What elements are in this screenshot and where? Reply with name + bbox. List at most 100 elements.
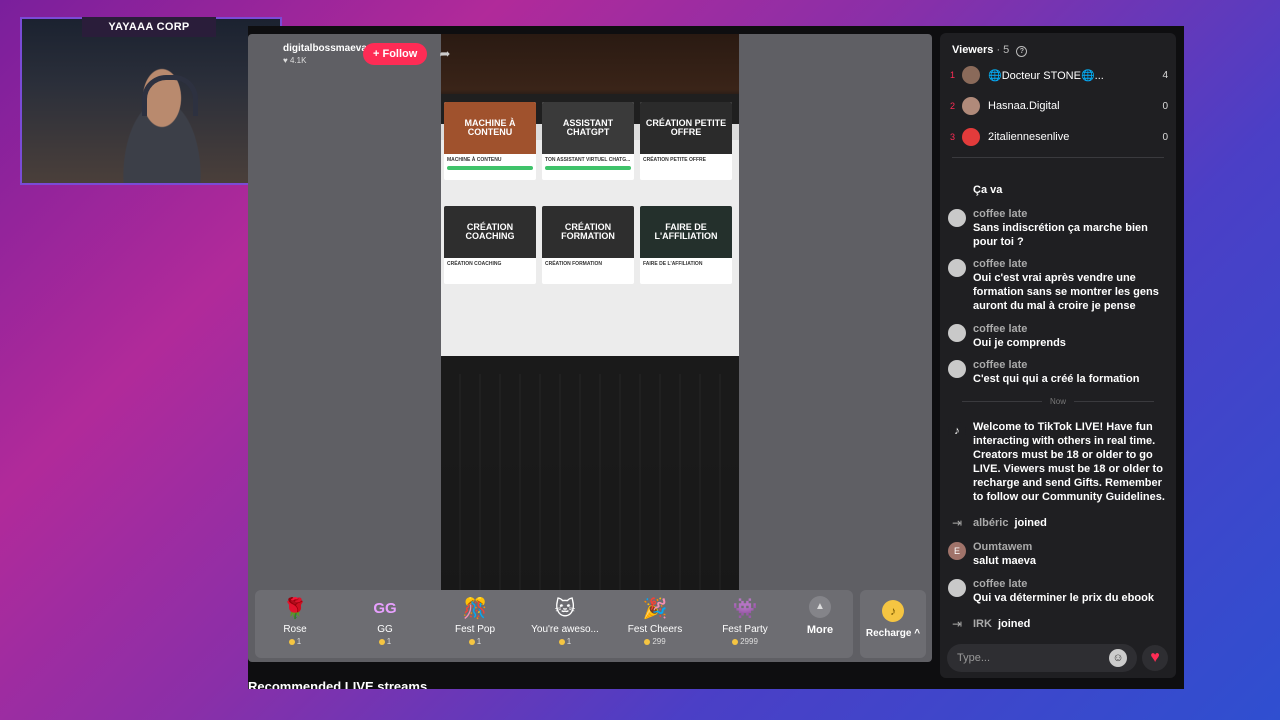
cat-icon: 🐱 (554, 598, 576, 620)
rose-icon: 🌹 (282, 598, 308, 620)
heart-icon[interactable]: ♥ (1142, 645, 1168, 671)
course-thumb: CRÉATION COACHING (444, 206, 536, 258)
gift-name: Fest Pop (454, 624, 496, 635)
chat-text: Oui je comprends (973, 337, 1066, 349)
follow-button[interactable]: + Follow (363, 43, 428, 65)
fest-cheers-icon: 🎉 (642, 598, 668, 620)
chat-user[interactable]: coffee late (973, 358, 1139, 372)
chat-user[interactable]: coffee late (973, 257, 1170, 271)
coin-icon: ♪ (882, 600, 904, 622)
live-player[interactable]: MACHINE À CONTENU MACHINE À CONTENU ASSI… (248, 34, 932, 662)
coin-icon (288, 638, 295, 645)
viewer-name: 🌐Docteur STONE🌐... (988, 69, 1104, 82)
course-thumb: ASSISTANT CHATGPT (542, 102, 634, 154)
host-likes: ♥ 4.1K (283, 56, 307, 65)
gift-youre-awesome[interactable]: 🐱 You're aweso... 1 (525, 596, 605, 646)
recharge-label: Recharge ^ (865, 628, 921, 639)
avatar (948, 209, 966, 227)
gift-name: Fest Party (722, 624, 768, 635)
headset-shape (142, 75, 198, 116)
course-card: FAIRE DE L'AFFILIATION FAIRE DE L'AFFILI… (640, 206, 732, 284)
join-icon: ⇥ (951, 617, 963, 631)
coin-icon (558, 638, 565, 645)
viewer-rank: 2 (950, 101, 956, 111)
recommended-heading: Recommended LIVE streams (248, 679, 428, 689)
viewer-name: 2italiennesenlive (988, 131, 1070, 143)
video-keyboard (441, 374, 739, 590)
coin-icon (732, 638, 739, 645)
chat-user[interactable]: IRK (973, 618, 992, 630)
course-thumb: MACHINE À CONTENU (444, 102, 536, 154)
gift-price-value: 299 (652, 637, 666, 646)
gift-fest-cheers[interactable]: 🎉 Fest Cheers 299 (615, 596, 695, 646)
course-card: CRÉATION COACHING CRÉATION COACHING (444, 206, 536, 284)
gift-price: 1 (435, 637, 515, 646)
gift-name: You're aweso... (531, 624, 599, 635)
chat-user[interactable]: coffee late (973, 577, 1154, 591)
fest-pop-icon: 🎊 (462, 598, 488, 620)
gift-price-value: 1 (386, 637, 392, 646)
course-title: TON ASSISTANT VIRTUEL CHATG... (545, 157, 631, 163)
coin-icon (378, 638, 385, 645)
viewer-row[interactable]: 1 🌐Docteur STONE🌐... 4 (950, 64, 1168, 86)
gift-name: Fest Cheers (627, 624, 683, 635)
join-message: ⇥ albéric joined (948, 514, 1047, 532)
course-title: FAIRE DE L'AFFILIATION (643, 261, 703, 267)
more-label: More (806, 624, 834, 636)
join-icon: ⇥ (951, 516, 963, 530)
gift-price-value: 1 (296, 637, 302, 646)
gift-rose[interactable]: 🌹 Rose 1 (255, 596, 335, 646)
gift-price: 2999 (705, 637, 785, 646)
course-card: CRÉATION FORMATION CRÉATION FORMATION (542, 206, 634, 284)
avatar (948, 360, 966, 378)
viewer-name: Hasnaa.Digital (988, 100, 1060, 112)
chat-text: Sans indiscrétion ça marche bien pour to… (973, 222, 1148, 248)
gift-name: GG (377, 624, 393, 635)
viewer-score: 0 (1162, 100, 1168, 112)
chat-user[interactable]: coffee late (973, 207, 1170, 221)
viewer-rank: 1 (950, 70, 956, 80)
course-card: MACHINE À CONTENU MACHINE À CONTENU (444, 102, 536, 180)
course-thumb: CRÉATION FORMATION (542, 206, 634, 258)
chat-text: Qui va déterminer le prix du ebook (973, 592, 1154, 604)
chat-text: Ça va (973, 184, 1003, 196)
join-text: joined (1014, 517, 1047, 529)
chat-user[interactable]: Oumtawem (973, 540, 1036, 554)
chat-user[interactable]: albéric (973, 517, 1008, 529)
viewers-header: Viewers · 5 ? (952, 44, 1028, 57)
host-name[interactable]: digitalbossmaeva (283, 43, 367, 54)
course-progress (545, 166, 631, 170)
gift-fest-party[interactable]: 👾 Fest Party 2999 (705, 596, 785, 646)
viewer-rank: 3 (950, 132, 956, 142)
viewer-row[interactable]: 3 2italiennesenlive 0 (950, 126, 1168, 148)
emoji-icon[interactable]: ☺ (1109, 649, 1127, 667)
share-icon[interactable]: ➦ (435, 44, 455, 64)
viewers-divider (952, 157, 1164, 158)
course-thumb: FAIRE DE L'AFFILIATION (640, 206, 732, 258)
chat-text: Oui c'est vrai après vendre une formatio… (973, 272, 1159, 312)
more-gifts-button[interactable]: ▲ More (800, 596, 840, 636)
gift-gg[interactable]: GG GG 1 (345, 596, 425, 646)
webcam-title: YAYAAA CORP (82, 17, 216, 37)
info-icon[interactable]: ? (1016, 46, 1028, 57)
recharge-button[interactable]: ♪ Recharge ^ (860, 590, 926, 658)
viewer-score: 4 (1162, 69, 1168, 81)
chat-text: salut maeva (973, 555, 1036, 567)
avatar: E (948, 542, 966, 560)
course-title: CRÉATION FORMATION (545, 261, 603, 267)
gift-price-value: 1 (476, 637, 482, 646)
gift-price-value: 1 (566, 637, 572, 646)
chat-message: coffee late Oui je comprends (948, 322, 1170, 350)
gift-bar: 🌹 Rose 1 GG GG 1 🎊 Fest Pop 1 🐱 You're a… (255, 590, 853, 658)
live-video[interactable]: MACHINE À CONTENU MACHINE À CONTENU ASSI… (441, 34, 739, 590)
join-text: joined (997, 618, 1031, 630)
viewer-row[interactable]: 2 Hasnaa.Digital 0 (950, 95, 1168, 117)
gift-fest-pop[interactable]: 🎊 Fest Pop 1 (435, 596, 515, 646)
chevron-up-icon: ▲ (809, 596, 831, 618)
course-card: CRÉATION PETITE OFFRE CRÉATION PETITE OF… (640, 102, 732, 180)
welcome-text: Welcome to TikTok LIVE! Have fun interac… (973, 421, 1165, 503)
host-info[interactable]: digitalbossmaeva ♥ 4.1K (283, 43, 367, 65)
chat-user[interactable]: coffee late (973, 322, 1066, 336)
coin-icon (468, 638, 475, 645)
join-message: ⇥ IRK joined (948, 615, 1030, 633)
